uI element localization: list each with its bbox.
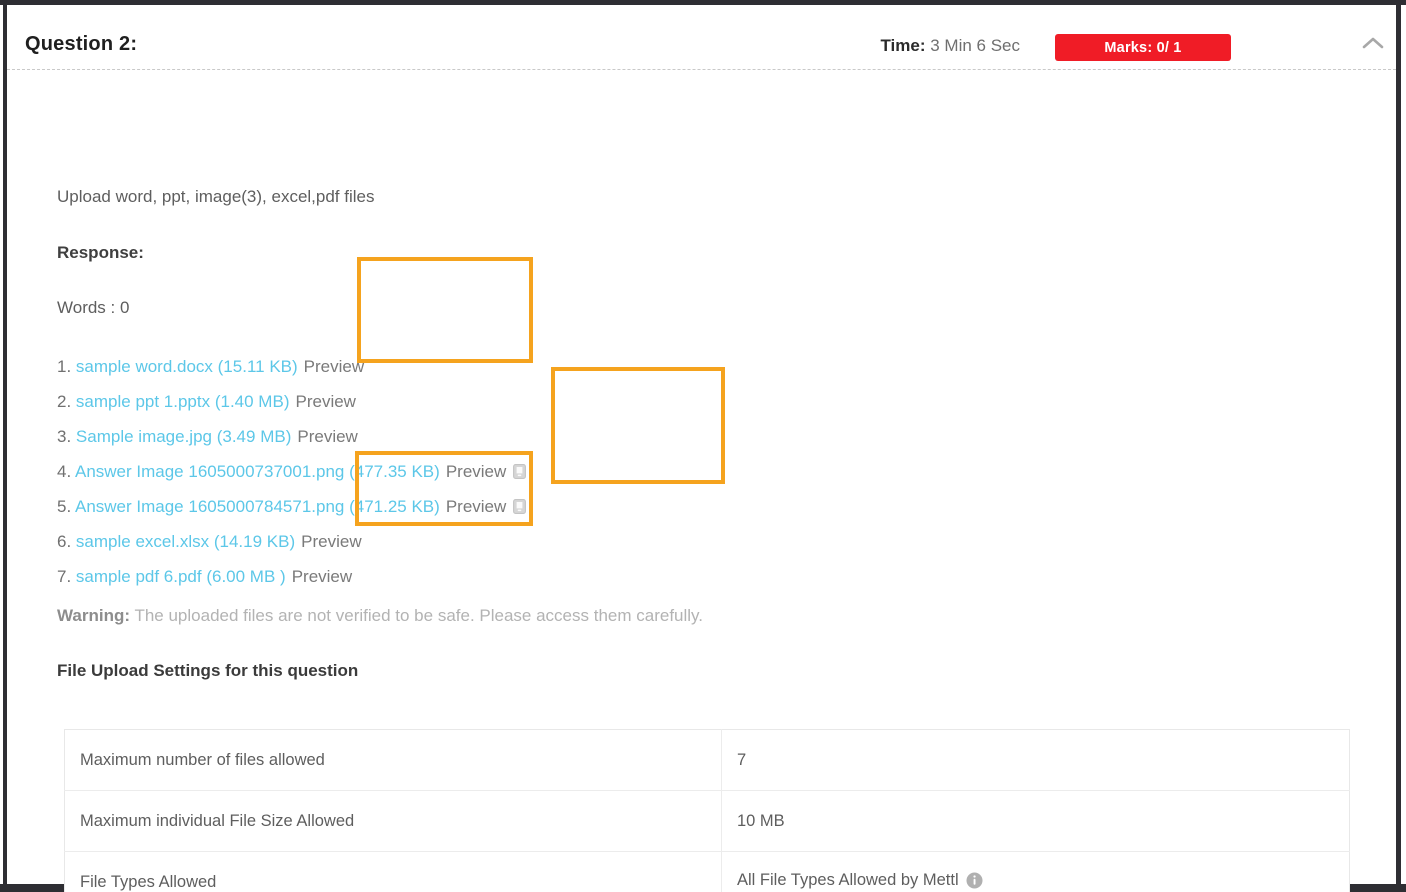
- info-icon[interactable]: [966, 872, 983, 892]
- file-index: 6.: [57, 532, 72, 551]
- file-index: 4.: [57, 462, 72, 481]
- page-title: Question 2:: [25, 33, 138, 55]
- file-index: 1.: [57, 357, 72, 376]
- list-item: 5. Answer Image 1605000784571.png (471.2…: [57, 489, 527, 526]
- file-size-paren: ): [283, 392, 290, 411]
- time-label: Time:: [880, 36, 926, 55]
- response-label: Response:: [57, 243, 144, 262]
- file-index: 7.: [57, 567, 72, 586]
- file-index: 5.: [57, 497, 72, 516]
- preview-link[interactable]: Preview: [297, 427, 357, 446]
- preview-link[interactable]: Preview: [304, 357, 364, 376]
- list-item: 6. sample excel.xlsx (14.19 KB) Preview: [57, 524, 526, 559]
- warning-text: The uploaded files are not verified to b…: [134, 606, 704, 625]
- list-item: 3. Sample image.jpg (3.49 MB) Preview: [57, 419, 526, 454]
- setting-label: File Types Allowed: [64, 851, 722, 892]
- question-header: Question 2: Time: 3 Min 6 Sec Marks: 0/ …: [7, 5, 1396, 70]
- preview-link[interactable]: Preview: [446, 497, 506, 516]
- preview-link[interactable]: Preview: [292, 567, 352, 586]
- collapse-toggle-button[interactable]: [1349, 27, 1397, 59]
- download-file-icon[interactable]: [513, 456, 527, 491]
- warning-label: Warning:: [57, 606, 131, 625]
- file-size-paren: ): [285, 427, 292, 446]
- setting-value: 7: [721, 729, 1350, 791]
- file-size-paren: ): [292, 357, 298, 376]
- file-download-link[interactable]: Answer Image 1605000784571.png (471.25 K…: [75, 497, 434, 516]
- file-download-link[interactable]: sample word.docx (15.11 KB: [76, 357, 292, 376]
- table-row: File Types Allowed All File Types Allowed…: [64, 851, 1350, 892]
- setting-label: Maximum number of files allowed: [64, 729, 722, 791]
- chevron-up-icon: [1362, 36, 1384, 50]
- table-row: Maximum number of files allowed 7: [64, 729, 1350, 791]
- file-size-paren: ): [434, 497, 440, 516]
- preview-link[interactable]: Preview: [295, 392, 355, 411]
- file-size-paren: ): [434, 462, 440, 481]
- file-index: 3.: [57, 427, 72, 446]
- settings-table-body: Maximum number of files allowed 7 Maximum …: [64, 729, 1350, 892]
- question-prompt: Upload word, ppt, image(3), excel,pdf fi…: [57, 187, 375, 206]
- table-row: Maximum individual File Size Allowed 10 M…: [64, 790, 1350, 852]
- window-frame-right: [1396, 0, 1401, 892]
- setting-value: 10 MB: [721, 790, 1350, 852]
- list-item: 7. sample pdf 6.pdf (6.00 MB ) Preview: [57, 559, 526, 594]
- upload-warning: Warning: The uploaded files are not veri…: [57, 606, 703, 626]
- list-item: 1. sample word.docx (15.11 KB) Preview: [57, 349, 526, 384]
- list-item: 2. sample ppt 1.pptx (1.40 MB) Preview: [57, 384, 526, 419]
- uploaded-file-list: 1. sample word.docx (15.11 KB) Preview 2. …: [57, 349, 527, 594]
- setting-value: All File Types Allowed by Mettl: [722, 852, 1350, 892]
- time-taken: Time: 3 Min 6 Sec: [880, 36, 1020, 56]
- file-download-link[interactable]: sample excel.xlsx (14.19 KB: [76, 532, 290, 551]
- frame-edge-right: [1401, 0, 1406, 892]
- file-download-link[interactable]: Answer Image 1605000737001.png (477.35 K…: [75, 462, 434, 481]
- marks-badge-label: Marks: 0/ 1: [1104, 39, 1182, 56]
- setting-label: Maximum individual File Size Allowed: [64, 790, 722, 852]
- words-count: Words : 0: [57, 298, 130, 317]
- file-download-link[interactable]: sample ppt 1.pptx (1.40 MB: [76, 392, 284, 411]
- file-size-paren: ): [289, 532, 296, 551]
- list-item: 4. Answer Image 1605000737001.png (477.3…: [57, 454, 527, 491]
- settings-heading: File Upload Settings for this question: [57, 661, 359, 680]
- download-file-icon[interactable]: [513, 491, 527, 526]
- file-upload-settings-table: Maximum number of files allowed 7 Maximum …: [64, 729, 1350, 892]
- time-value: 3 Min 6 Sec: [930, 36, 1020, 55]
- preview-link[interactable]: Preview: [301, 532, 361, 551]
- file-download-link[interactable]: sample pdf 6.pdf (6.00 MB ): [76, 567, 286, 586]
- preview-link[interactable]: Preview: [446, 462, 506, 481]
- question-card: Question 2: Time: 3 Min 6 Sec Marks: 0/ …: [7, 5, 1396, 892]
- file-index: 2.: [57, 392, 72, 411]
- file-download-link[interactable]: Sample image.jpg (3.49 MB: [76, 427, 286, 446]
- screenshot-root: Question 2: Time: 3 Min 6 Sec Marks: 0/ …: [0, 0, 1406, 892]
- status-badge: Marks: 0/ 1: [1055, 34, 1231, 61]
